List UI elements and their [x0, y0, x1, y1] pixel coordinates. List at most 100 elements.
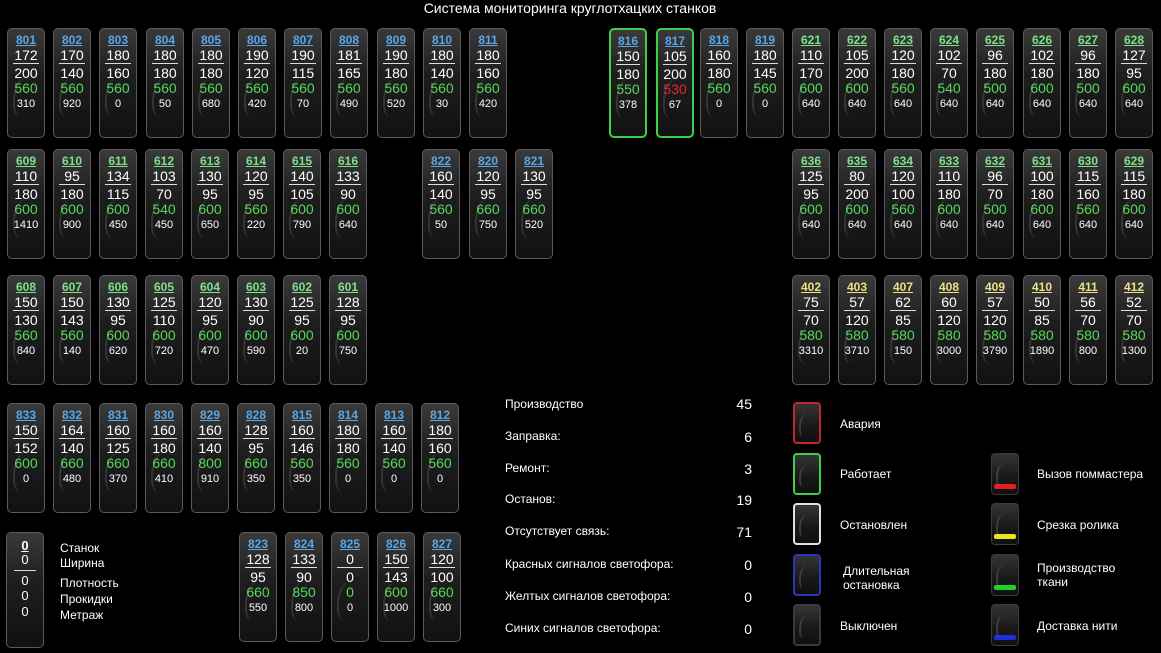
- machine-card-603[interactable]: 603 130 90 600 590: [237, 275, 275, 385]
- machine-card-634[interactable]: 634 120 100 560 640: [884, 149, 922, 259]
- machine-card-824[interactable]: 824 133 90 850 800: [285, 532, 323, 642]
- machine-card-804[interactable]: 804 180 180 560 50: [146, 28, 184, 138]
- machine-card-830[interactable]: 830 160 180 660 410: [145, 403, 183, 513]
- machine-card-833[interactable]: 833 150 152 600 0: [7, 403, 45, 513]
- machine-throws: 660: [244, 455, 268, 471]
- machine-card-614[interactable]: 614 120 95 560 220: [237, 149, 275, 259]
- machine-card-636[interactable]: 636 125 95 600 640: [792, 149, 830, 259]
- machine-card-821[interactable]: 821 130 95 660 520: [515, 149, 553, 259]
- machine-card-832[interactable]: 832 164 140 660 480: [53, 403, 91, 513]
- machine-card-827[interactable]: 827 120 100 660 300: [423, 532, 461, 642]
- stat-label-red-signals: Красных сигналов светофора:: [505, 557, 674, 571]
- machine-card-810[interactable]: 810 180 140 560 30: [423, 28, 461, 138]
- machine-divider: [243, 438, 269, 439]
- machine-density: 130: [14, 312, 38, 328]
- machine-card-818[interactable]: 818 160 180 560 0: [700, 28, 738, 138]
- machine-card-811[interactable]: 811 180 160 560 420: [469, 28, 507, 138]
- machine-width: 180: [199, 47, 223, 63]
- machine-card-813[interactable]: 813 160 140 560 0: [375, 403, 413, 513]
- machine-card-409[interactable]: 409 57 120 580 3790: [976, 275, 1014, 385]
- machine-divider: [335, 310, 361, 311]
- machine-card-609[interactable]: 609 110 180 600 1410: [7, 149, 45, 259]
- machine-width: 130: [198, 168, 222, 184]
- machine-card-825[interactable]: 825 0 0 0 0: [331, 532, 369, 642]
- machine-width: 110: [799, 47, 823, 63]
- machine-card-829[interactable]: 829 160 140 800 910: [191, 403, 229, 513]
- machine-card-411[interactable]: 411 56 70 580 800: [1069, 275, 1107, 385]
- machine-card-412[interactable]: 412 52 70 580 1300: [1115, 275, 1153, 385]
- machine-card-621[interactable]: 621 110 170 600 640: [792, 28, 830, 138]
- machine-card-408[interactable]: 408 60 120 580 3000: [930, 275, 968, 385]
- machine-card-625[interactable]: 625 96 180 500 640: [976, 28, 1014, 138]
- machine-card-631[interactable]: 631 100 180 600 640: [1023, 149, 1061, 259]
- machine-card-826[interactable]: 826 150 143 600 1000: [377, 532, 415, 642]
- machine-card-632[interactable]: 632 96 70 500 640: [976, 149, 1014, 259]
- machine-card-627[interactable]: 627 96 180 500 640: [1069, 28, 1107, 138]
- machine-card-801[interactable]: 801 172 200 560 310: [7, 28, 45, 138]
- machine-card-633[interactable]: 633 110 180 600 640: [930, 149, 968, 259]
- machine-card-628[interactable]: 628 127 95 600 640: [1115, 28, 1153, 138]
- machine-length: 450: [108, 219, 128, 231]
- machine-card-612[interactable]: 612 103 70 540 450: [145, 149, 183, 259]
- machine-throws: 560: [382, 455, 406, 471]
- machine-density: 95: [202, 312, 218, 328]
- machine-card-630[interactable]: 630 115 160 560 640: [1069, 149, 1107, 259]
- machine-divider: [890, 63, 916, 64]
- machine-card-802[interactable]: 802 170 140 560 920: [53, 28, 91, 138]
- machine-length: 0: [346, 602, 354, 614]
- machine-card-407[interactable]: 407 62 85 580 150: [884, 275, 922, 385]
- machine-card-805[interactable]: 805 180 180 560 680: [192, 28, 230, 138]
- machine-width: 50: [1034, 294, 1050, 310]
- machine-card-601[interactable]: 601 128 95 600 750: [329, 275, 367, 385]
- machine-card-812[interactable]: 812 180 160 560 0: [421, 403, 459, 513]
- machine-card-613[interactable]: 613 130 95 600 650: [191, 149, 229, 259]
- machine-id: 831: [107, 408, 129, 422]
- machine-card-622[interactable]: 622 105 200 600 640: [838, 28, 876, 138]
- machine-card-606[interactable]: 606 130 95 600 620: [99, 275, 137, 385]
- machine-id: 825: [339, 537, 361, 551]
- machine-card-605[interactable]: 605 125 110 600 720: [145, 275, 183, 385]
- machine-card-635[interactable]: 635 80 200 600 640: [838, 149, 876, 259]
- machine-length: 840: [16, 345, 36, 357]
- machine-id: 410: [1031, 280, 1053, 294]
- machine-card-809[interactable]: 809 190 180 560 520: [377, 28, 415, 138]
- machine-density: 120: [845, 312, 869, 328]
- machine-card-803[interactable]: 803 180 160 560 0: [99, 28, 137, 138]
- machine-card-626[interactable]: 626 102 180 600 640: [1023, 28, 1061, 138]
- machine-card-410[interactable]: 410 50 85 580 1890: [1023, 275, 1061, 385]
- machine-card-624[interactable]: 624 102 70 540 640: [930, 28, 968, 138]
- machine-card-611[interactable]: 611 134 115 600 450: [99, 149, 137, 259]
- machine-card-629[interactable]: 629 115 180 600 640: [1115, 149, 1153, 259]
- stat-value-yellow-signals: 0: [744, 589, 752, 605]
- machine-card-820[interactable]: 820 120 95 660 750: [469, 149, 507, 259]
- machine-card-608[interactable]: 608 150 130 560 840: [7, 275, 45, 385]
- machine-card-817[interactable]: 817 105 200 530 67: [656, 28, 694, 138]
- machine-card-607[interactable]: 607 150 143 560 140: [53, 275, 91, 385]
- machine-divider: [243, 184, 269, 185]
- machine-card-815[interactable]: 815 160 146 560 350: [283, 403, 321, 513]
- machine-card-403[interactable]: 403 57 120 580 3710: [838, 275, 876, 385]
- machine-throws: 500: [1076, 80, 1100, 96]
- machine-card-616[interactable]: 616 133 90 600 640: [329, 149, 367, 259]
- machine-throws: 560: [476, 80, 500, 96]
- machine-card-823[interactable]: 823 128 95 660 550: [239, 532, 277, 642]
- machine-card-819[interactable]: 819 180 145 560 0: [746, 28, 784, 138]
- machine-card-806[interactable]: 806 190 120 560 420: [238, 28, 276, 138]
- machine-card-615[interactable]: 615 140 105 600 790: [283, 149, 321, 259]
- machine-card-602[interactable]: 602 125 95 600 20: [283, 275, 321, 385]
- machine-id: 602: [291, 280, 313, 294]
- machine-card-816[interactable]: 816 150 180 550 378: [609, 28, 647, 138]
- machine-card-828[interactable]: 828 128 95 660 350: [237, 403, 275, 513]
- machine-card-623[interactable]: 623 120 180 560 640: [884, 28, 922, 138]
- machine-card-808[interactable]: 808 181 165 560 490: [330, 28, 368, 138]
- machine-card-807[interactable]: 807 190 115 560 70: [284, 28, 322, 138]
- machine-card-822[interactable]: 822 160 140 560 50: [422, 149, 460, 259]
- legend-label-throws: Прокидки: [60, 592, 113, 606]
- machine-card-604[interactable]: 604 120 95 600 470: [191, 275, 229, 385]
- machine-throws: 560: [891, 80, 915, 96]
- machine-card-610[interactable]: 610 95 180 600 900: [53, 149, 91, 259]
- machine-card-814[interactable]: 814 180 180 560 0: [329, 403, 367, 513]
- machine-card-402[interactable]: 402 75 70 580 3310: [792, 275, 830, 385]
- status-swatch-long-stop: [793, 554, 821, 596]
- machine-card-831[interactable]: 831 160 125 660 370: [99, 403, 137, 513]
